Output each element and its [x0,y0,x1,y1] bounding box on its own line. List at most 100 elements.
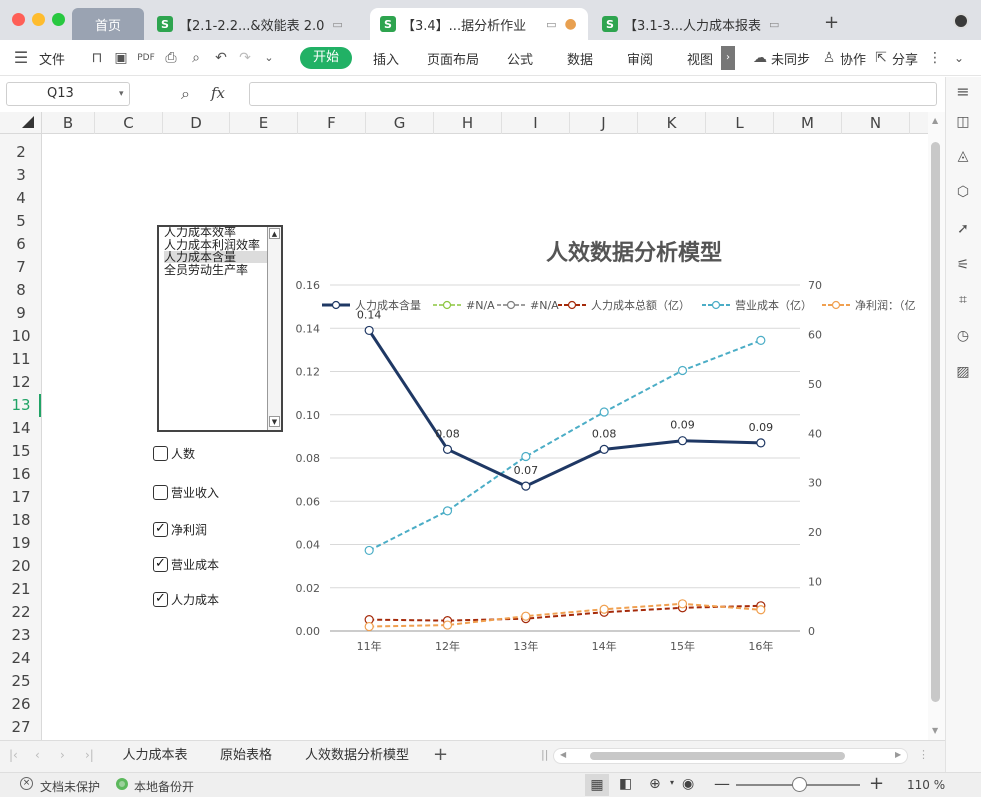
fill-style-icon[interactable]: ◬ [954,147,972,165]
row-header[interactable]: 19 [0,532,42,555]
sidebar-menu-icon[interactable]: ≡ [954,83,972,101]
cloud-sync-icon[interactable]: ☁ [751,49,769,67]
page-layout-view-icon[interactable]: ◧ [619,776,632,792]
scroll-left-icon[interactable]: ◀ [560,750,566,759]
tab-insert[interactable]: 插入 [373,49,399,68]
zoom-window-button[interactable] [52,13,65,26]
column-header[interactable]: M [774,112,842,134]
eye-protection-icon[interactable]: ◉ [682,776,694,792]
shapes-icon[interactable]: ◫ [954,113,972,131]
column-header[interactable]: J [570,112,638,134]
horizontal-scrollbar[interactable]: ◀ ▶ [553,748,908,764]
settings-sliders-icon[interactable]: ⚟ [954,256,972,274]
more-tabs-button[interactable]: › [721,46,735,70]
vertical-scrollbar[interactable]: ▲ ▼ [928,112,945,740]
column-header[interactable]: E [230,112,298,134]
add-sheet-button[interactable]: + [433,744,448,765]
row-header[interactable]: 21 [0,578,42,601]
last-sheet-icon[interactable]: ›| [85,748,94,762]
tab-page-layout[interactable]: 页面布局 [427,49,479,68]
new-tab-button[interactable]: + [824,12,839,33]
pdf-icon[interactable]: PDF [137,49,155,67]
cube-icon[interactable]: ⬡ [954,183,972,201]
normal-view-icon[interactable]: ▦ [585,774,609,796]
sheet-tab-analysis-model[interactable]: 人效数据分析模型 [290,741,424,771]
checkbox-checked-icon[interactable]: ✓ [153,556,168,572]
listbox-option[interactable]: 人力成本含量 [164,251,269,263]
column-header[interactable]: G [366,112,434,134]
tab-home[interactable]: 首页 [72,8,144,40]
column-header[interactable]: D [163,112,230,134]
first-sheet-icon[interactable]: |‹ [9,748,18,762]
more-dropdown-icon[interactable]: ⌄ [260,49,278,67]
more-dots-icon[interactable]: ⋮ [918,748,929,761]
row-header[interactable]: 12 [0,371,42,394]
print-preview-icon[interactable]: ⌕ [187,49,205,67]
splitter-icon[interactable]: || [541,748,548,761]
row-header[interactable]: 5 [0,210,42,233]
column-header[interactable]: C [95,112,163,134]
listbox-option[interactable]: 人力成本效率 [164,227,269,238]
row-header[interactable]: 13 [0,394,42,417]
listbox-option[interactable]: 人力成本利润效率 [164,239,269,251]
row-header[interactable]: 26 [0,693,42,716]
page-break-view-icon[interactable]: ⊕ [649,776,661,792]
column-header[interactable]: I [502,112,570,134]
series-checkbox[interactable]: 人数 [153,444,195,462]
prev-sheet-icon[interactable]: ‹ [35,748,40,762]
image-icon[interactable]: ▨ [954,363,972,381]
next-sheet-icon[interactable]: › [60,748,65,762]
row-header[interactable]: 7 [0,256,42,279]
row-header[interactable]: 10 [0,325,42,348]
crop-icon[interactable]: ⌗ [954,291,972,309]
minimize-window-button[interactable] [32,13,45,26]
row-header[interactable]: 22 [0,601,42,624]
zoom-in-button[interactable]: + [869,773,884,794]
listbox-option[interactable]: 全员劳动生产率 [164,264,269,276]
line-chart[interactable]: 人效数据分析模型 0.00 0.02 0.04 0.06 0.08 0.10 0.12 0.14… [290,226,930,666]
tab-review[interactable]: 审阅 [627,49,653,68]
row-header[interactable]: 6 [0,233,42,256]
tab-formula[interactable]: 公式 [507,49,533,68]
checkbox-checked-icon[interactable]: ✓ [153,591,168,607]
protection-status[interactable]: 文档未保护 [40,778,100,795]
column-header[interactable]: F [298,112,366,134]
row-header[interactable]: 3 [0,164,42,187]
print-icon[interactable]: ⎙ [162,49,180,67]
collab-button[interactable]: 协作 [840,49,866,68]
vertical-scroll-thumb[interactable] [931,142,940,702]
zoom-out-button[interactable]: — [714,774,730,793]
row-header[interactable]: 27 [0,716,42,739]
tab-doc-cost-report[interactable]: S 【3.1-3...人力成本报表 ▭ [592,8,812,40]
series-checkbox[interactable]: ✓ 人力成本 [153,590,219,608]
row-header[interactable]: 9 [0,302,42,325]
listbox-scroll-down-icon[interactable]: ▼ [269,416,280,427]
tab-start[interactable]: 开始 [300,47,352,69]
zoom-magnifier-icon[interactable]: ⌕ [181,84,190,104]
row-header[interactable]: 11 [0,348,42,371]
tab-doc-efficiency[interactable]: S 【2.1-2.2...&效能表 2.0 ▭ [147,8,367,40]
row-header[interactable]: 2 [0,141,42,164]
horizontal-scroll-thumb[interactable] [590,752,845,760]
sync-status[interactable]: 未同步 [771,49,810,68]
hamburger-menu-icon[interactable]: ☰ [12,49,30,67]
zoom-level[interactable]: 110 % [907,778,945,792]
column-header[interactable]: N [842,112,910,134]
zoom-slider-thumb[interactable] [792,777,807,792]
row-header[interactable]: 14 [0,417,42,440]
row-header[interactable]: 17 [0,486,42,509]
row-header[interactable]: 4 [0,187,42,210]
collab-user-icon[interactable]: ♙ [820,49,838,67]
row-header[interactable]: 15 [0,440,42,463]
sheet-tab-cost-table[interactable]: 人力成本表 [108,741,202,771]
collapse-ribbon-icon[interactable]: ⌄ [950,49,968,67]
checkbox-checked-icon[interactable]: ✓ [153,521,168,537]
row-header[interactable]: 8 [0,279,42,302]
row-header[interactable]: 25 [0,670,42,693]
row-header[interactable]: 23 [0,624,42,647]
row-header[interactable]: 18 [0,509,42,532]
save-icon[interactable]: ▣ [112,49,130,67]
column-header[interactable]: B [42,112,95,134]
tab-doc-analysis[interactable]: S 【3.4】...据分析作业 ▭ ● [370,8,588,40]
name-box-dropdown-icon[interactable]: ▾ [119,83,124,105]
